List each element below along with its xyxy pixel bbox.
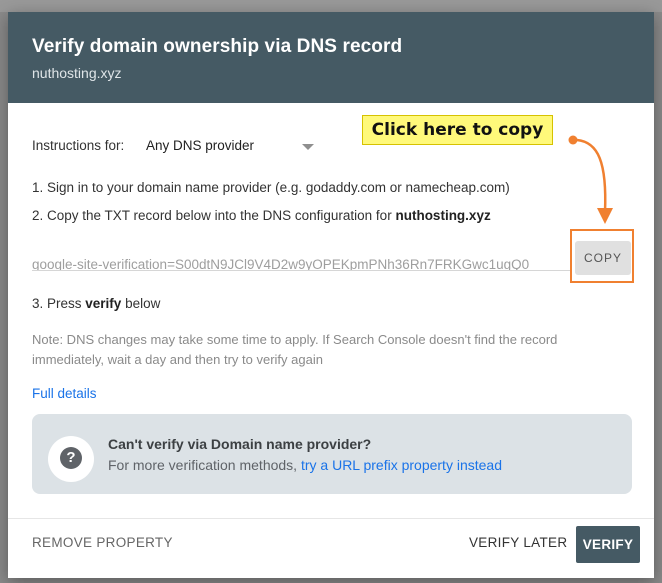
dialog-subtitle: nuthosting.xyz — [32, 65, 122, 81]
click-to-copy-callout: Click here to copy — [362, 115, 553, 145]
help-icon-container: ? — [48, 436, 94, 482]
step-3: 3. Press verify below — [32, 296, 160, 311]
dns-note: Note: DNS changes may take some time to … — [32, 332, 558, 367]
full-details-link[interactable]: Full details — [32, 386, 97, 401]
step-3-suffix: below — [121, 296, 161, 311]
help-icon: ? — [60, 447, 82, 469]
txt-record-value[interactable]: google-site-verification=S00dtN9JCl9V4D2… — [32, 257, 529, 270]
step-1: 1. Sign in to your domain name provider … — [32, 180, 510, 195]
instructions-label: Instructions for: — [32, 138, 125, 153]
url-prefix-link[interactable]: try a URL prefix property instead — [301, 457, 502, 473]
verify-dns-dialog: Verify domain ownership via DNS record n… — [8, 12, 654, 578]
step-2-domain: nuthosting.xyz — [395, 208, 491, 223]
footer-divider — [8, 518, 654, 519]
remove-property-button[interactable]: REMOVE PROPERTY — [32, 535, 173, 550]
backdrop — [0, 0, 662, 12]
dns-provider-value: Any DNS provider — [146, 138, 255, 153]
step-3-text: 3. Press — [32, 296, 86, 311]
dns-provider-select[interactable]: Any DNS provider — [146, 136, 318, 158]
alternative-method-card: ? Can't verify via Domain name provider?… — [32, 414, 632, 494]
dialog-header: Verify domain ownership via DNS record n… — [8, 12, 654, 103]
verify-button[interactable]: VERIFY — [576, 526, 640, 563]
step-2: 2. Copy the TXT record below into the DN… — [32, 208, 491, 223]
verify-later-button[interactable]: VERIFY LATER — [469, 535, 567, 550]
alternative-title: Can't verify via Domain name provider? — [108, 436, 372, 452]
copy-button[interactable]: COPY — [575, 241, 631, 275]
caret-down-icon — [302, 144, 314, 150]
step-2-text: 2. Copy the TXT record below into the DN… — [32, 208, 396, 223]
alternative-body-text: For more verification methods, — [108, 457, 301, 473]
dialog-title: Verify domain ownership via DNS record — [32, 36, 403, 57]
alternative-body: For more verification methods, try a URL… — [108, 457, 502, 473]
step-3-verify: verify — [85, 296, 122, 311]
txt-record-field[interactable]: google-site-verification=S00dtN9JCl9V4D2… — [32, 242, 572, 271]
